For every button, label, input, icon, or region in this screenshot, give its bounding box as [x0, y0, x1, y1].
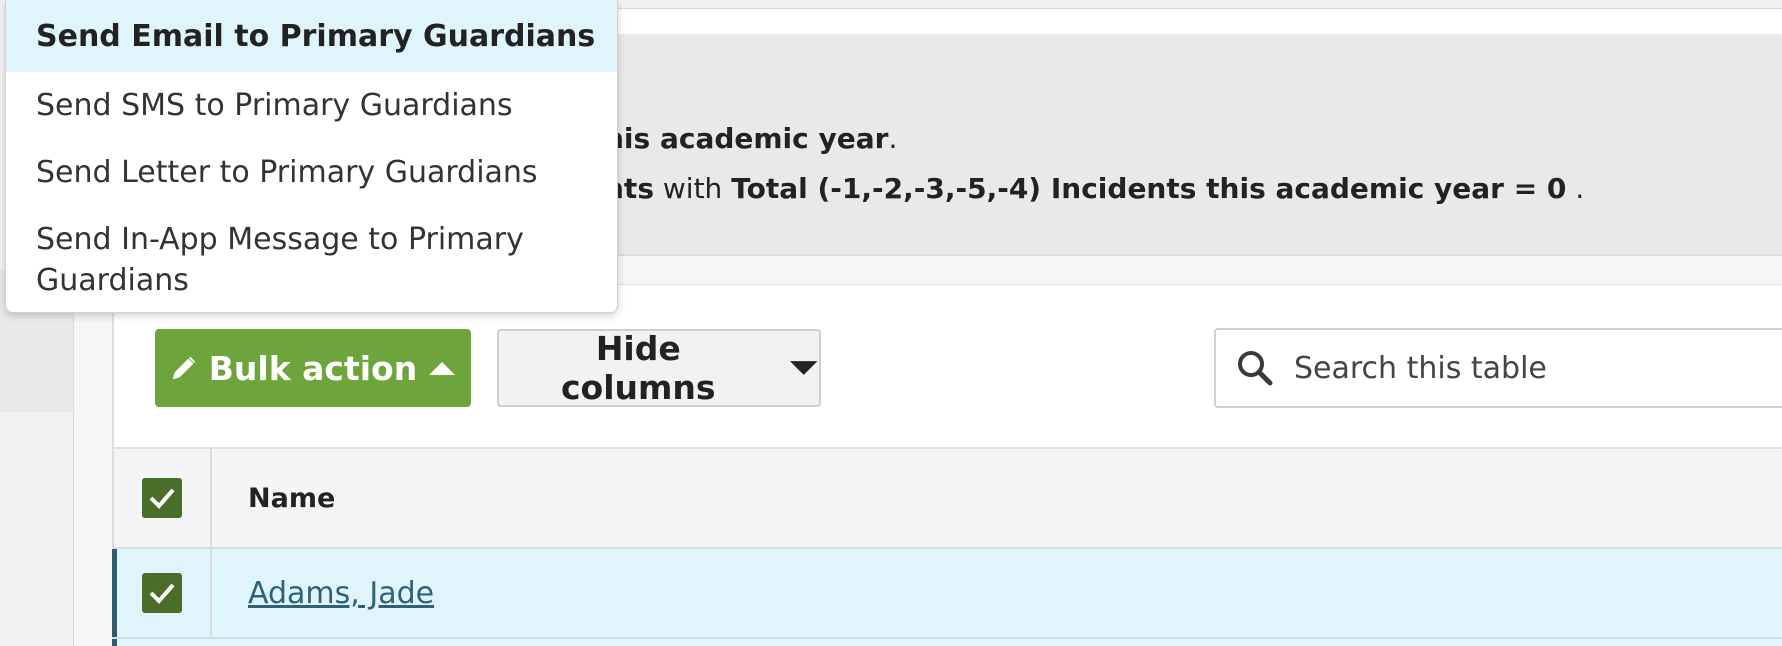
select-all-cell: [114, 449, 212, 547]
student-name-link[interactable]: Adams, Jade: [248, 549, 434, 637]
bulk-action-label: Bulk action: [208, 348, 418, 388]
row-checkbox[interactable]: [142, 573, 182, 613]
row-selected-accent: [112, 639, 117, 646]
pencil-icon: [172, 356, 195, 380]
summary-line-2-mid: with: [653, 172, 732, 205]
bulk-action-menu: Send Email to Primary Guardians Send SMS…: [5, 0, 618, 313]
summary-line-2-bold-2: Total (-1,-2,-3,-5,-4) Incidents this ac…: [731, 172, 1567, 205]
search-input[interactable]: [1294, 350, 1774, 386]
checkmark-icon: [149, 583, 175, 604]
student-table-card: Bulk action Hide columns Search this tab…: [112, 284, 1782, 646]
table-row: Adams, Jade: [112, 549, 1782, 639]
summary-line-1: his academic year.: [604, 122, 897, 155]
summary-line-1-tail: .: [888, 122, 898, 155]
row-select-cell: [114, 549, 212, 637]
table-row-partial: [112, 639, 1782, 646]
caret-down-icon: [789, 361, 818, 375]
hide-columns-label: Hide columns: [561, 329, 716, 407]
caret-up-icon: [429, 362, 456, 375]
column-header-name[interactable]: Name: [248, 449, 335, 547]
table-search: [1214, 328, 1782, 408]
menu-item-send-email[interactable]: Send Email to Primary Guardians: [6, 0, 617, 72]
bulk-action-button[interactable]: Bulk action: [155, 329, 471, 407]
menu-item-send-sms[interactable]: Send SMS to Primary Guardians: [6, 85, 617, 126]
select-all-checkbox[interactable]: [142, 478, 182, 518]
summary-line-2: nts with Total (-1,-2,-3,-5,-4) Incident…: [604, 172, 1584, 205]
menu-item-send-in-app-message[interactable]: Send In-App Message to Primary Guardians: [6, 219, 566, 301]
hide-columns-button[interactable]: Hide columns: [497, 329, 821, 407]
table-header-row: Name: [114, 447, 1782, 549]
menu-item-send-letter[interactable]: Send Letter to Primary Guardians: [6, 152, 617, 193]
checkmark-icon: [149, 488, 175, 509]
summary-line-2-tail: .: [1566, 172, 1585, 205]
summary-line-1-bold: his academic year: [604, 122, 889, 155]
search-icon: [1216, 348, 1294, 388]
